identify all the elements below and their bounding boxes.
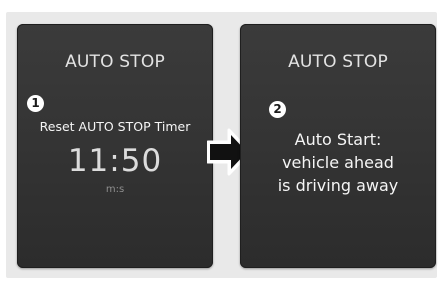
timer-value: 11:50: [67, 143, 163, 179]
message-line-1: Auto Start:: [294, 130, 382, 149]
step-1-badge: 1: [27, 95, 44, 112]
timer-unit: m:s: [105, 184, 125, 195]
screen-title: AUTO STOP: [288, 52, 388, 72]
reset-timer-label: Reset AUTO STOP Timer: [39, 119, 191, 134]
message-line-2: vehicle ahead: [282, 153, 394, 172]
step-2-badge: 2: [269, 101, 286, 118]
auto-stop-screen-message: AUTO STOP 2 Auto Start: vehicle ahead is…: [240, 24, 436, 268]
auto-start-message: Auto Start: vehicle ahead is driving awa…: [240, 128, 436, 197]
screen-title: AUTO STOP: [65, 52, 165, 72]
auto-stop-screen-timer: AUTO STOP 1 Reset AUTO STOP Timer 11:50 …: [17, 24, 213, 268]
message-line-3: is driving away: [277, 176, 399, 195]
